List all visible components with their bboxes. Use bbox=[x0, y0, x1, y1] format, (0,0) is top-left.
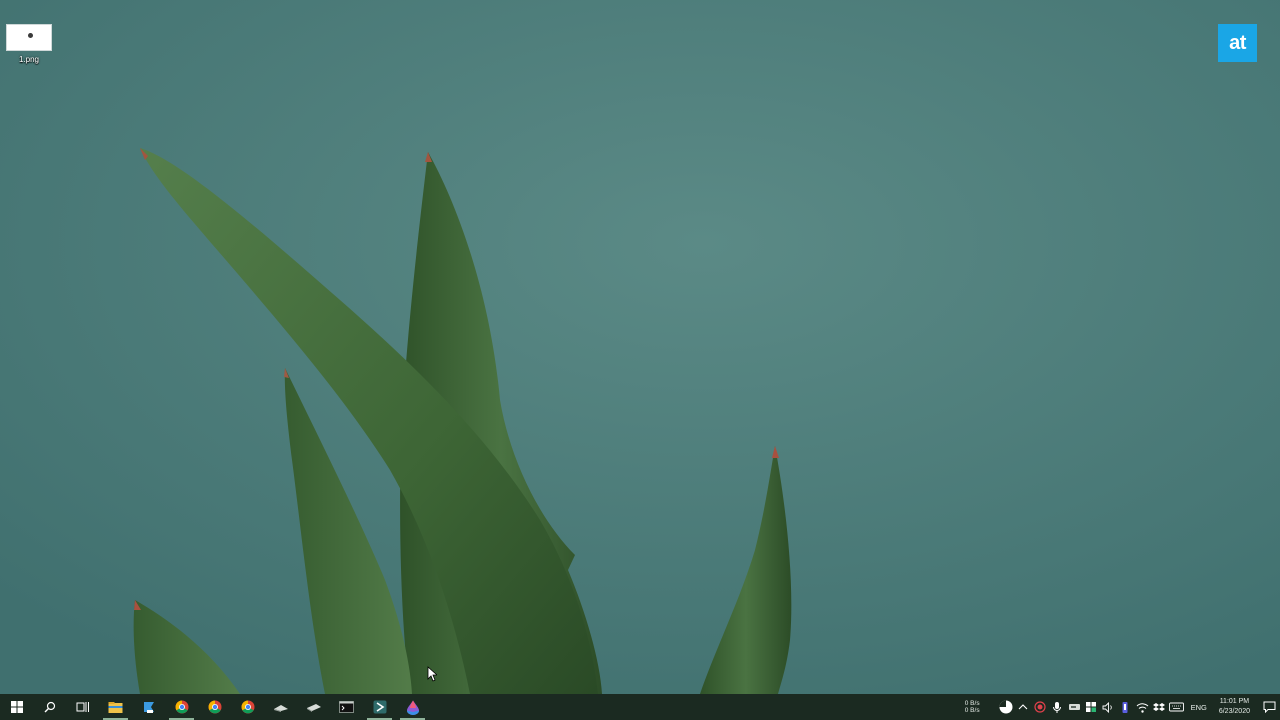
usb-drive-icon bbox=[1068, 704, 1080, 710]
taskbar-chrome-1[interactable] bbox=[165, 694, 198, 720]
blue-app-icon bbox=[143, 702, 154, 713]
system-tray: 0 B/s 0 B/s ENG 11:01 PM 6/23/2020 bbox=[965, 694, 1280, 720]
image-thumbnail bbox=[6, 24, 52, 51]
search-button[interactable] bbox=[33, 694, 66, 720]
taskbar: 0 B/s 0 B/s ENG 11:01 PM 6/23/2020 bbox=[0, 694, 1280, 720]
tray-progress[interactable] bbox=[998, 694, 1014, 720]
microphone-icon bbox=[1053, 701, 1062, 713]
taskbar-app-2[interactable] bbox=[132, 694, 165, 720]
wifi-icon bbox=[1136, 702, 1148, 713]
action-center-button[interactable] bbox=[1258, 694, 1280, 720]
taskbar-terminal[interactable] bbox=[330, 694, 363, 720]
net-upload-speed: 0 B/s bbox=[964, 700, 980, 707]
tray-record[interactable] bbox=[1032, 694, 1048, 720]
chrome-icon bbox=[208, 700, 221, 714]
mouse-cursor-icon bbox=[427, 666, 437, 682]
tray-dropbox[interactable] bbox=[1151, 694, 1167, 720]
gray-app-icon bbox=[273, 705, 288, 712]
folder-icon bbox=[108, 701, 123, 713]
task-view-button[interactable] bbox=[66, 694, 99, 720]
taskbar-file-explorer[interactable] bbox=[99, 694, 132, 720]
colorful-drop-icon bbox=[406, 700, 419, 715]
terminal-icon bbox=[339, 701, 354, 713]
search-icon bbox=[44, 701, 55, 713]
chrome-icon bbox=[241, 700, 254, 714]
desktop-wallpaper bbox=[0, 0, 1280, 694]
taskbar-app-7[interactable] bbox=[297, 694, 330, 720]
task-view-icon bbox=[76, 702, 89, 712]
start-button[interactable] bbox=[0, 694, 33, 720]
tray-microphone[interactable] bbox=[1049, 694, 1065, 720]
keyboard-icon bbox=[1168, 702, 1184, 712]
speaker-icon bbox=[1102, 701, 1112, 713]
net-download-speed: 0 B/s bbox=[964, 707, 980, 714]
network-speed-meter: 0 B/s 0 B/s bbox=[965, 700, 980, 714]
show-hidden-icons[interactable] bbox=[1015, 694, 1031, 720]
taskbar-app-10[interactable] bbox=[396, 694, 429, 720]
taskbar-chrome-2[interactable] bbox=[198, 694, 231, 720]
gray-app-icon bbox=[306, 704, 321, 712]
desktop-file-icon[interactable]: 1.png bbox=[2, 24, 56, 72]
record-icon bbox=[1034, 701, 1046, 713]
tray-wifi[interactable] bbox=[1134, 694, 1150, 720]
shield-icon bbox=[1086, 702, 1097, 712]
chevron-up-icon bbox=[1018, 704, 1028, 710]
tray-keyboard[interactable] bbox=[1168, 694, 1184, 720]
tray-volume[interactable] bbox=[1100, 694, 1116, 720]
windows-logo-icon bbox=[10, 701, 23, 713]
chrome-icon bbox=[175, 700, 188, 714]
taskbar-app-6[interactable] bbox=[264, 694, 297, 720]
teal-app-icon bbox=[373, 700, 386, 714]
notification-icon bbox=[1263, 701, 1275, 713]
input-language[interactable]: ENG bbox=[1191, 703, 1207, 712]
clock-time: 11:01 PM bbox=[1219, 698, 1250, 705]
tray-app-blue[interactable] bbox=[1117, 694, 1133, 720]
circle-progress-icon bbox=[999, 700, 1013, 714]
taskbar-chrome-3[interactable] bbox=[231, 694, 264, 720]
desktop-file-label: 1.png bbox=[18, 55, 40, 64]
clock-date: 6/23/2020 bbox=[1218, 708, 1250, 715]
watermark-logo: at bbox=[1218, 24, 1257, 62]
blue-bar-icon bbox=[1122, 701, 1128, 713]
taskbar-app-9[interactable] bbox=[363, 694, 396, 720]
tray-security[interactable] bbox=[1083, 694, 1099, 720]
tray-drive[interactable] bbox=[1066, 694, 1082, 720]
taskbar-clock[interactable]: 11:01 PM 6/23/2020 bbox=[1219, 697, 1250, 717]
dropbox-icon bbox=[1153, 702, 1166, 711]
